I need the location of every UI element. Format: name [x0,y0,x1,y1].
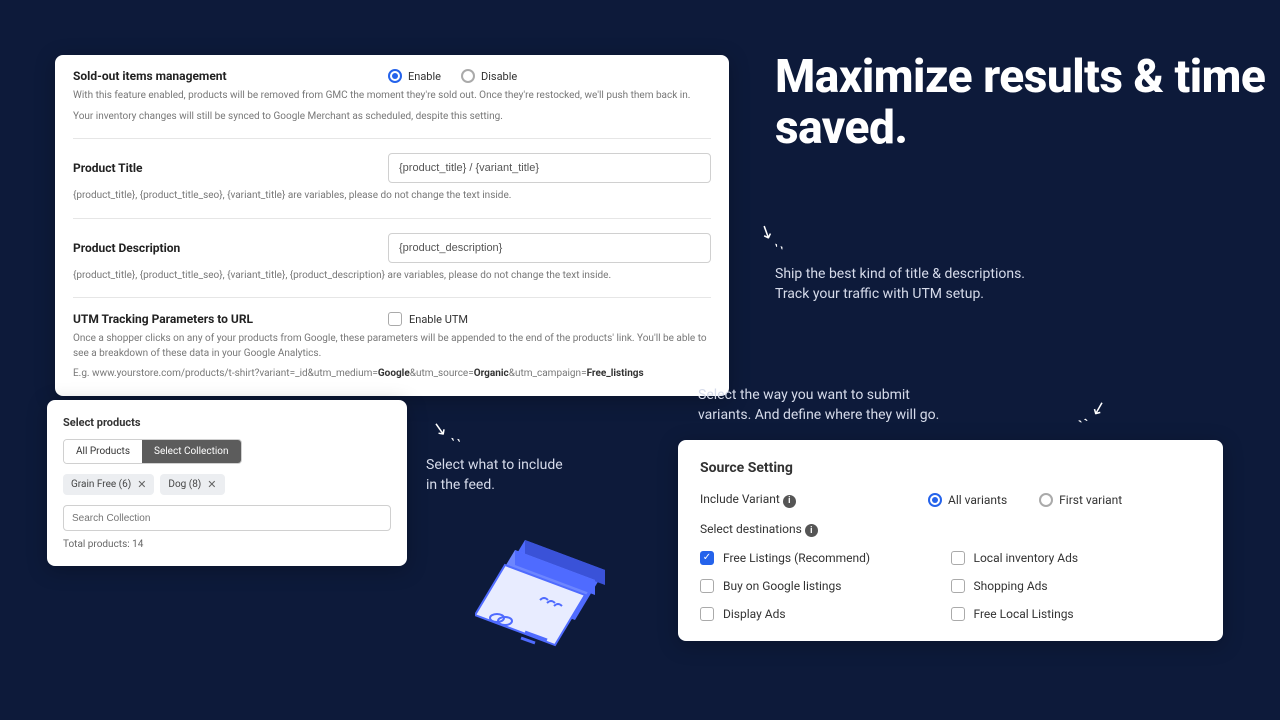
checkbox-icon [700,607,714,621]
settings-card: Sold-out items management Enable Disable… [55,55,729,396]
product-desc-input[interactable] [388,233,711,263]
tab-all-products[interactable]: All Products [64,440,142,463]
doodle-mark-icon: ↘ ˎˎ [755,219,792,251]
dest-local-inventory[interactable]: Local inventory Ads [951,551,1202,565]
checkbox-icon [951,607,965,621]
radio-icon [461,69,475,83]
select-products-title: Select products [63,416,391,429]
product-desc-desc: {product_title}, {product_title_seo}, {v… [73,269,711,284]
checkbox-icon [951,579,965,593]
remove-chip-icon[interactable]: ✕ [207,478,216,491]
select-tabs: All Products Select Collection [63,439,242,464]
utm-example: E.g. www.yourstore.com/products/t-shirt?… [73,367,711,382]
collection-chip: Grain Free (6) ✕ [63,474,154,495]
radio-icon [1039,493,1053,507]
dest-display-ads[interactable]: Display Ads [700,607,951,621]
dest-shopping-ads[interactable]: Shopping Ads [951,579,1202,593]
doodle-mark-icon: ↘ ˎˎ [430,417,465,443]
enable-utm-checkbox[interactable]: Enable UTM [388,312,468,326]
radio-icon [928,493,942,507]
source-setting-card: Source Setting Include Variant i All var… [678,440,1223,641]
credit-cards-illustration-icon [475,520,625,670]
variant-first-radio[interactable]: First variant [1039,493,1122,507]
collection-chip: Dog (8) ✕ [160,474,224,495]
caption-titles-desc: Ship the best kind of title & descriptio… [775,264,1025,305]
dest-free-local-listings[interactable]: Free Local Listings [951,607,1202,621]
product-title-input[interactable] [388,153,711,183]
checkbox-icon [951,551,965,565]
utm-desc: Once a shopper clicks on any of your pro… [73,332,711,361]
tab-select-collection[interactable]: Select Collection [142,440,241,463]
radio-icon [388,69,402,83]
total-products: Total products: 14 [63,539,391,550]
soldout-enable-radio[interactable]: Enable [388,69,441,83]
doodle-mark-icon: ˎˎ ↙ [1073,396,1109,424]
search-collection-input[interactable] [63,505,391,531]
product-desc-section: Product Description {product_title}, {pr… [73,219,711,299]
checkbox-icon [700,551,714,565]
utm-title: UTM Tracking Parameters to URL [73,312,388,326]
soldout-desc-2: Your inventory changes will still be syn… [73,110,711,125]
dest-buy-on-google[interactable]: Buy on Google listings [700,579,951,593]
include-variant-label: Include Variant i [700,492,900,508]
select-destinations-label: Select destinations i [700,522,900,538]
select-products-card: Select products All Products Select Coll… [47,400,407,566]
source-setting-title: Source Setting [700,460,1201,476]
remove-chip-icon[interactable]: ✕ [137,478,146,491]
headline: Maximize results & time saved. [775,52,1280,153]
variant-all-radio[interactable]: All variants [928,493,1007,507]
soldout-section: Sold-out items management Enable Disable… [73,55,711,139]
checkbox-icon [388,312,402,326]
info-icon[interactable]: i [783,495,796,508]
caption-variants: Select the way you want to submitvariant… [698,385,939,426]
soldout-desc-1: With this feature enabled, products will… [73,89,711,104]
soldout-disable-radio[interactable]: Disable [461,69,517,83]
product-title-desc: {product_title}, {product_title_seo}, {v… [73,189,711,204]
info-icon[interactable]: i [805,524,818,537]
product-title-label: Product Title [73,161,388,175]
utm-section: UTM Tracking Parameters to URL Enable UT… [73,298,711,396]
dest-free-listings[interactable]: Free Listings (Recommend) [700,551,951,565]
caption-select-feed: Select what to includein the feed. [426,455,563,496]
product-title-section: Product Title {product_title}, {product_… [73,139,711,219]
soldout-title: Sold-out items management [73,69,388,83]
checkbox-icon [700,579,714,593]
product-desc-label: Product Description [73,241,388,255]
